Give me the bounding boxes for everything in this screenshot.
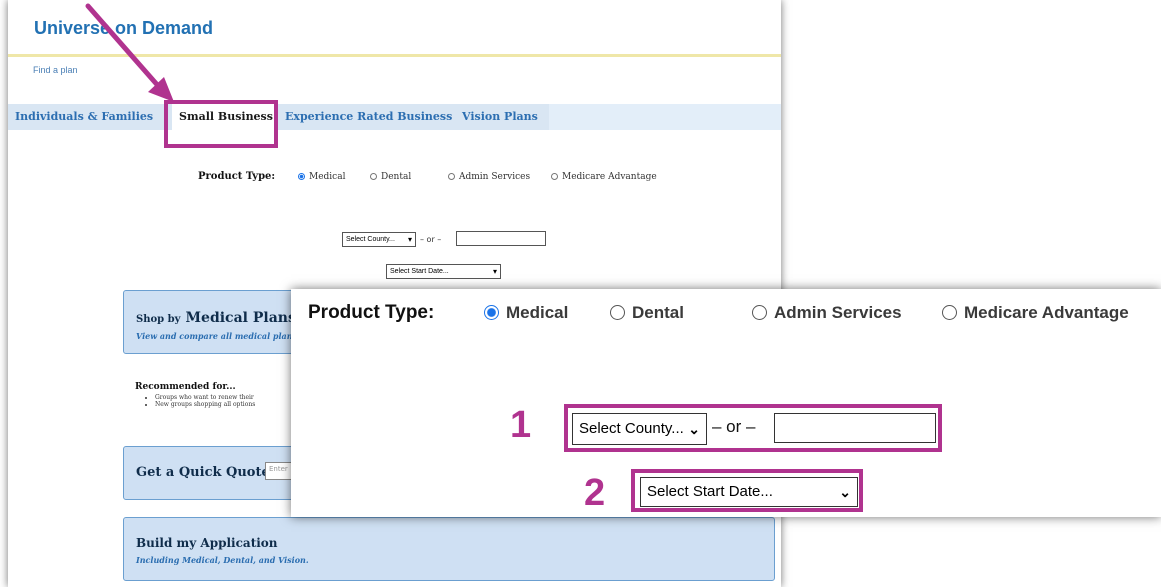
zoom-radio-dental-label: Dental [632, 303, 684, 322]
radio-unselected-icon [448, 173, 455, 180]
radio-unselected-icon [942, 305, 957, 320]
county-select-small[interactable]: Select County... ▾ [342, 232, 416, 247]
zoom-radio-medical[interactable]: Medical [484, 303, 568, 323]
radio-dental[interactable]: Dental [370, 172, 411, 182]
radio-admin-services-label: Admin Services [459, 172, 531, 182]
radio-admin-services[interactable]: Admin Services [448, 172, 530, 182]
zoom-product-type-label: Product Type: [308, 302, 435, 323]
county-highlight-box [564, 404, 942, 452]
zoom-radio-dental[interactable]: Dental [610, 303, 684, 323]
recommended-title: Recommended for... [135, 382, 236, 392]
radio-selected-icon [484, 305, 499, 320]
radio-dental-label: Dental [381, 172, 412, 182]
recommended-section: Recommended for... Groups who want to re… [135, 382, 255, 408]
radio-medical-label: Medical [309, 172, 346, 182]
zoom-radio-medical-label: Medical [506, 303, 569, 322]
radio-unselected-icon [610, 305, 625, 320]
start-date-select-small[interactable]: Select Start Date... ▾ [386, 264, 501, 279]
zoom-radio-admin-services-label: Admin Services [774, 303, 902, 322]
callout-number-1: 1 [510, 404, 532, 446]
radio-unselected-icon [551, 173, 558, 180]
list-item: New groups shopping all options [155, 401, 255, 408]
callout-number-2: 2 [584, 472, 606, 514]
radio-medicare-advantage[interactable]: Medicare Advantage [551, 172, 657, 182]
radio-medicare-advantage-label: Medicare Advantage [562, 172, 657, 182]
zip-input-small[interactable] [456, 231, 546, 246]
radio-medical[interactable]: Medical [298, 172, 345, 182]
card-build-subtitle: Including Medical, Dental, and Vision. [136, 555, 309, 565]
start-date-select-small-value: Select Start Date... [390, 268, 449, 275]
zoom-radio-medicare-advantage[interactable]: Medicare Advantage [942, 303, 1129, 323]
tab-experience-rated-business[interactable]: Experience Rated Business [278, 104, 462, 130]
card-build-title: Build my Application [136, 536, 278, 550]
radio-unselected-icon [752, 305, 767, 320]
card-shop-subtitle: View and compare all medical plans [136, 331, 298, 341]
radio-unselected-icon [370, 173, 377, 180]
card-shop-title: Shop by Medical Plans [136, 307, 296, 326]
product-type-row: Product Type: Medical Dental Admin Servi… [8, 170, 781, 186]
tab-vision-plans[interactable]: Vision Plans [455, 104, 549, 130]
county-select-small-value: Select County... [346, 236, 395, 243]
pointer-arrow-icon [85, 3, 174, 102]
card-build-application[interactable]: Build my Application Including Medical, … [123, 517, 775, 581]
card-quote-title: Get a Quick Quote [136, 465, 270, 480]
card-shop-title-main: Medical Plans [185, 310, 296, 326]
or-text-small: – or – [420, 235, 442, 244]
card-shop-title-prefix: Shop by [136, 314, 181, 325]
start-date-highlight-box [631, 469, 863, 512]
zoom-radio-medicare-advantage-label: Medicare Advantage [964, 303, 1129, 322]
chevron-down-icon: ▾ [492, 267, 497, 276]
zoom-radio-admin-services[interactable]: Admin Services [752, 303, 902, 323]
product-type-label: Product Type: [198, 171, 276, 182]
radio-selected-icon [298, 173, 305, 180]
list-item: Groups who want to renew their [155, 394, 255, 401]
chevron-down-icon: ▾ [407, 235, 412, 244]
